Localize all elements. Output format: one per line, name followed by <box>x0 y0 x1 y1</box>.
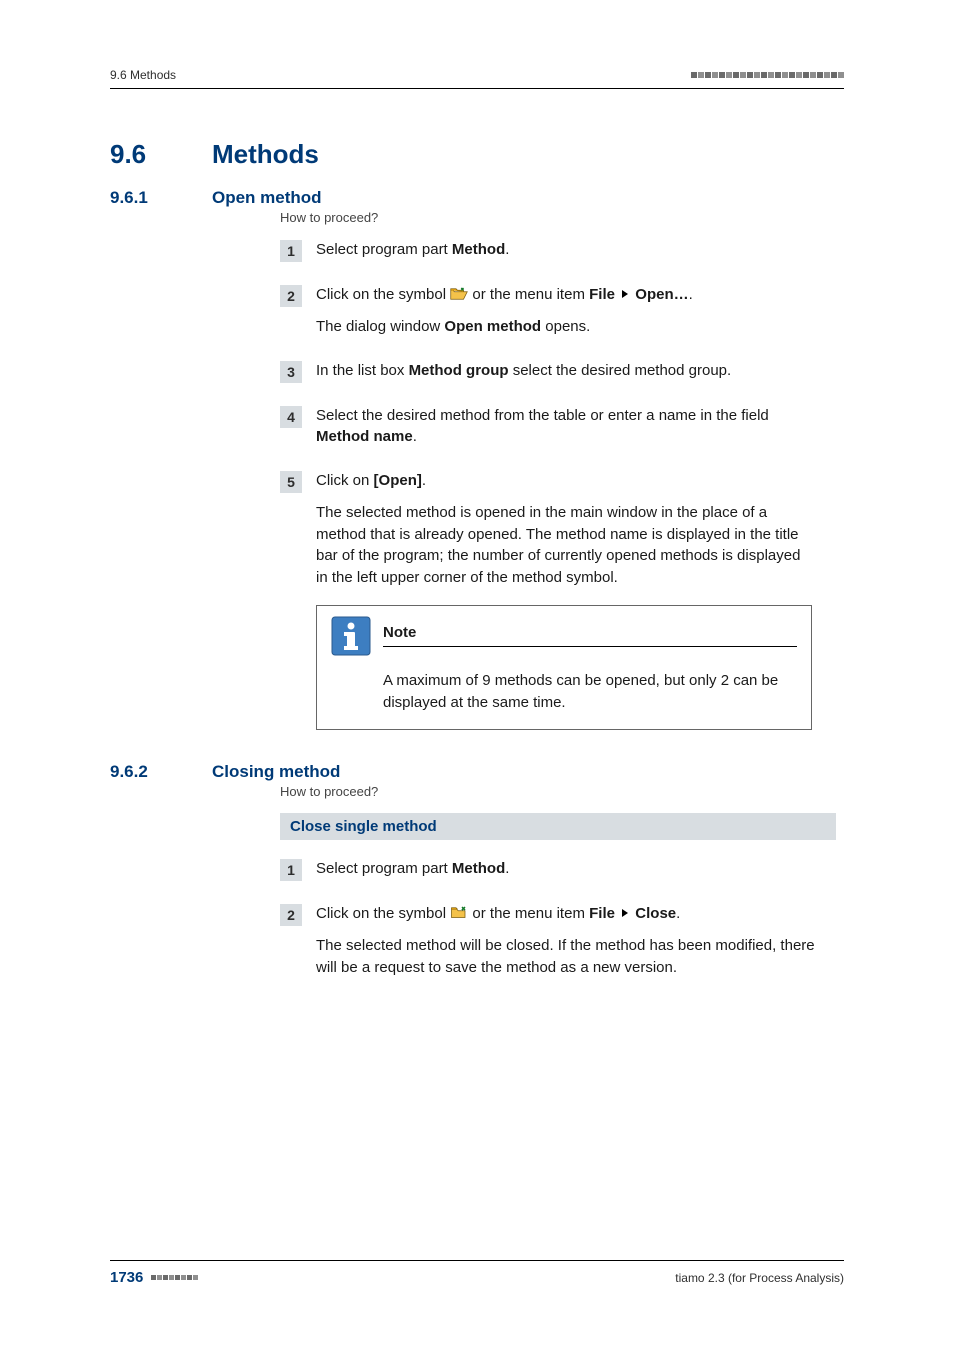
text: . <box>505 860 509 877</box>
open-folder-icon <box>450 286 468 300</box>
menu-open: Open… <box>635 286 688 303</box>
text: Select program part <box>316 860 452 877</box>
step-text: Click on the symbol or the menu item Fil… <box>316 903 816 978</box>
menu-file: File <box>589 286 615 303</box>
text: or the menu item <box>472 286 589 303</box>
text: The dialog window <box>316 318 444 335</box>
step-item: 3 In the list box Method group select th… <box>280 360 844 383</box>
text: . <box>676 905 680 922</box>
subsection-number: 9.6.1 <box>110 188 172 208</box>
subsection-body: How to proceed? Close single method 1 Se… <box>280 784 844 978</box>
page-footer: 1736 tiamo 2.3 (for Process Analysis) <box>110 1260 844 1286</box>
bold-term: Method <box>452 860 505 877</box>
step-text: Click on the symbol or the menu item Fil… <box>316 284 693 338</box>
step-text: Select the desired method from the table… <box>316 405 816 449</box>
step-number-badge: 4 <box>280 406 302 428</box>
step-text: Select program part Method. <box>316 858 509 881</box>
step-text: Click on [Open]. The selected method is … <box>316 470 816 589</box>
text: . <box>505 241 509 258</box>
page-number: 1736 <box>110 1269 143 1286</box>
subsection-title: Closing method <box>212 762 340 782</box>
howto-label: How to proceed? <box>280 784 844 799</box>
bold-term: [Open] <box>374 472 422 489</box>
step-text: In the list box Method group select the … <box>316 360 731 383</box>
text: . <box>689 286 693 303</box>
section-heading: 9.6 Methods <box>110 139 844 170</box>
section-title: Methods <box>212 139 319 170</box>
subsection-body: How to proceed? 1 Select program part Me… <box>280 210 844 730</box>
howto-label: How to proceed? <box>280 210 844 225</box>
subsection-heading: 9.6.1 Open method <box>110 188 844 208</box>
text: Select program part <box>316 241 452 258</box>
menu-separator-icon <box>622 909 628 917</box>
footer-product: tiamo 2.3 (for Process Analysis) <box>675 1271 844 1285</box>
text: . <box>422 472 426 489</box>
bold-term: Method group <box>409 362 509 379</box>
header-rule <box>110 88 844 89</box>
bold-term: Method <box>452 241 505 258</box>
step-item: 4 Select the desired method from the tab… <box>280 405 844 449</box>
footer-ornament <box>151 1275 198 1280</box>
menu-file: File <box>589 905 615 922</box>
step-text: Select program part Method. <box>316 239 509 262</box>
section-number: 9.6 <box>110 139 172 170</box>
note-header: Note <box>331 616 797 656</box>
close-folder-icon <box>450 905 468 919</box>
menu-close: Close <box>635 905 676 922</box>
text: In the list box <box>316 362 409 379</box>
text: . <box>413 428 417 445</box>
step-item: 1 Select program part Method. <box>280 858 844 881</box>
step-item: 2 Click on the symbol or the menu item F… <box>280 903 844 978</box>
document-page: 9.6 Methods 9.6 Methods 9.6.1 Open metho… <box>0 0 954 1350</box>
subsection-title: Open method <box>212 188 322 208</box>
step-item: 2 Click on the symbol or the menu item F… <box>280 284 844 338</box>
footer-left: 1736 <box>110 1269 198 1286</box>
text: or the menu item <box>472 905 589 922</box>
note-body: A maximum of 9 methods can be opened, bu… <box>383 670 797 714</box>
step-item: 5 Click on [Open]. The selected method i… <box>280 470 844 589</box>
running-head: 9.6 Methods <box>110 68 176 82</box>
subsection-number: 9.6.2 <box>110 762 172 782</box>
step-number-badge: 1 <box>280 859 302 881</box>
info-icon <box>331 616 371 656</box>
text: opens. <box>541 318 590 335</box>
step-result-text: The selected method will be closed. If t… <box>316 935 816 979</box>
step-item: 1 Select program part Method. <box>280 239 844 262</box>
step-number-badge: 1 <box>280 240 302 262</box>
header-ornament <box>691 72 844 78</box>
text: Click on the symbol <box>316 905 450 922</box>
step-result-text: The selected method is opened in the mai… <box>316 502 816 589</box>
step-number-badge: 2 <box>280 285 302 307</box>
text: select the desired method group. <box>509 362 732 379</box>
bold-term: Method name <box>316 428 413 445</box>
text: Click on <box>316 472 374 489</box>
step-number-badge: 3 <box>280 361 302 383</box>
text: Select the desired method from the table… <box>316 407 769 424</box>
procedure-title-bar: Close single method <box>280 813 836 840</box>
bold-term: Open method <box>444 318 541 335</box>
note-box: Note A maximum of 9 methods can be opene… <box>316 605 812 731</box>
page-header-row: 9.6 Methods <box>110 68 844 82</box>
text: Click on the symbol <box>316 286 450 303</box>
step-number-badge: 2 <box>280 904 302 926</box>
subsection-heading: 9.6.2 Closing method <box>110 762 844 782</box>
menu-separator-icon <box>622 290 628 298</box>
step-number-badge: 5 <box>280 471 302 493</box>
note-title: Note <box>383 624 416 641</box>
